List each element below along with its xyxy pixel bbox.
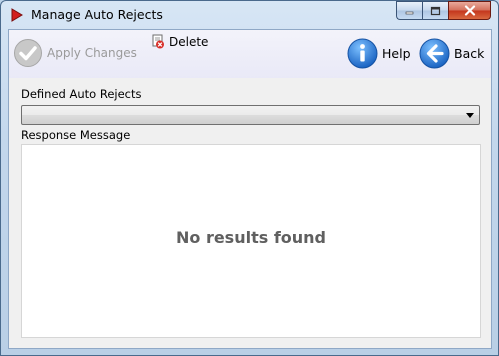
main-window: Manage Auto Rejects Apply Changes Delete…	[0, 0, 499, 356]
apply-changes-label: Apply Changes	[47, 46, 137, 60]
delete-button[interactable]: Delete	[151, 34, 208, 49]
close-button[interactable]	[448, 1, 491, 20]
close-icon	[464, 5, 475, 16]
back-label: Back	[454, 46, 485, 61]
minimize-button[interactable]	[396, 1, 422, 20]
back-arrow-icon	[419, 38, 450, 69]
no-results-text: No results found	[175, 228, 327, 247]
defined-auto-rejects-dropdown[interactable]	[21, 105, 480, 125]
client-area: Apply Changes Delete Help Back Defined A…	[8, 29, 492, 349]
response-message-label: Response Message	[21, 128, 131, 142]
toolbar: Apply Changes Delete Help Back	[9, 30, 491, 78]
window-title: Manage Auto Rejects	[31, 7, 163, 22]
chevron-down-icon	[466, 113, 474, 118]
checkmark-circle-icon	[14, 39, 42, 67]
maximize-icon	[430, 6, 441, 15]
content-panel: Defined Auto Rejects Response Message No…	[9, 78, 491, 348]
info-icon	[347, 38, 378, 69]
help-button[interactable]: Help	[347, 38, 411, 69]
caption-buttons	[396, 1, 491, 20]
delete-document-icon	[152, 34, 164, 49]
back-button[interactable]: Back	[419, 38, 484, 69]
delete-label: Delete	[169, 34, 209, 49]
minimize-icon	[405, 11, 413, 14]
defined-auto-rejects-label: Defined Auto Rejects	[21, 87, 142, 101]
apply-changes-button[interactable]: Apply Changes	[13, 38, 137, 68]
maximize-button[interactable]	[422, 1, 448, 20]
help-label: Help	[382, 46, 411, 61]
red-arrow-icon	[11, 8, 23, 22]
title-bar[interactable]: Manage Auto Rejects	[1, 1, 498, 29]
response-message-panel: No results found	[21, 144, 481, 338]
